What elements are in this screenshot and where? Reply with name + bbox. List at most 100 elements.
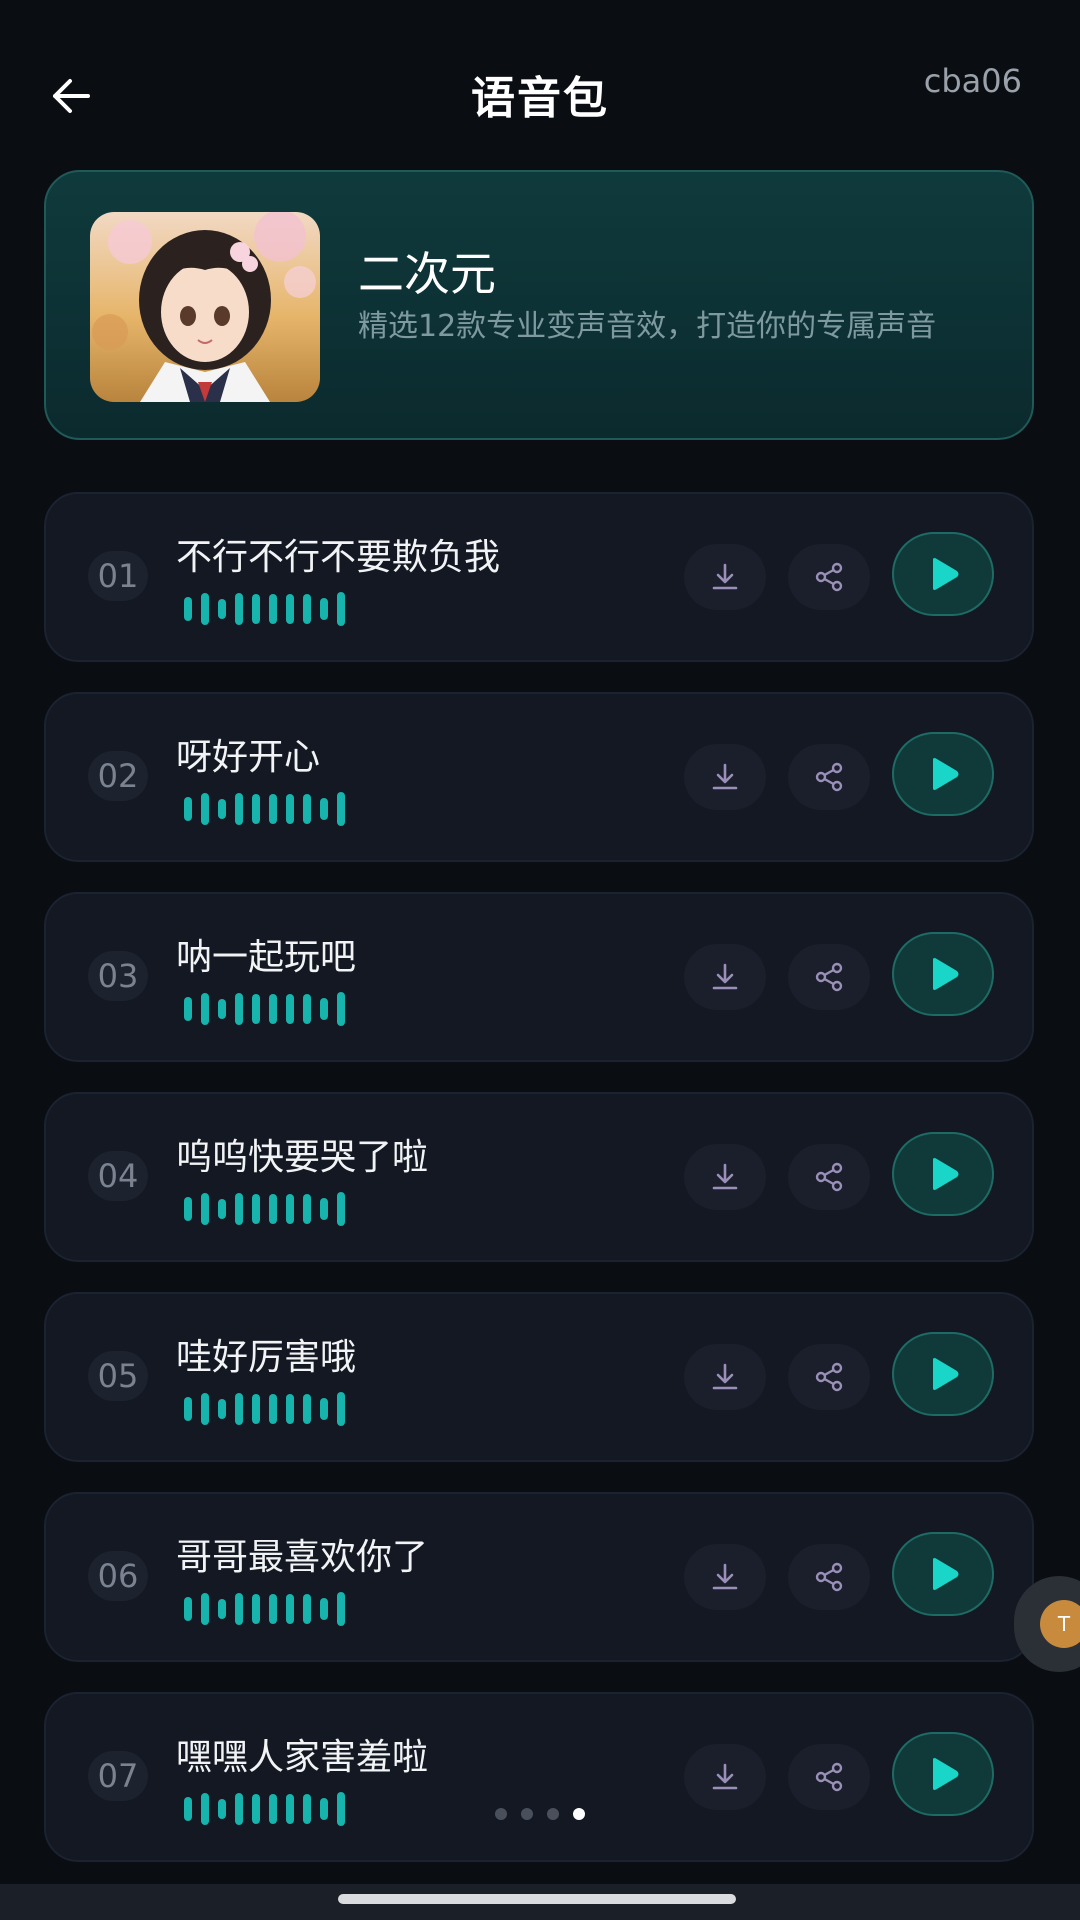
share-button[interactable] (788, 744, 870, 810)
play-icon (923, 554, 963, 594)
track-number: 01 (88, 551, 148, 601)
share-icon (813, 761, 845, 793)
track-item[interactable]: 06 哥哥最喜欢你了 (44, 1492, 1034, 1662)
download-button[interactable] (684, 1544, 766, 1610)
waveform-bar (184, 1397, 192, 1421)
waveform-bar (184, 597, 192, 621)
play-icon (923, 1754, 963, 1794)
waveform-bar (269, 994, 277, 1024)
pack-card: 二次元 精选12款专业变声音效，打造你的专属声音 (44, 170, 1034, 440)
track-item[interactable]: 01 不行不行不要欺负我 (44, 492, 1034, 662)
waveform-bar (269, 794, 277, 824)
waveform-bar (269, 1194, 277, 1224)
pagination-dot[interactable] (547, 1808, 559, 1820)
waveform-bar (337, 1392, 345, 1426)
play-button[interactable] (892, 1732, 994, 1816)
waveform-bar (337, 1592, 345, 1626)
track-item[interactable]: 03 呐一起玩吧 (44, 892, 1034, 1062)
pagination-dot[interactable] (573, 1808, 585, 1820)
download-button[interactable] (684, 1344, 766, 1410)
play-button[interactable] (892, 1532, 994, 1616)
waveform-bar (218, 1399, 226, 1419)
waveform-bar (252, 994, 260, 1024)
share-icon (813, 1161, 845, 1193)
play-icon (923, 754, 963, 794)
waveform-bar (303, 1394, 311, 1424)
page-title: 语音包 (471, 73, 609, 124)
track-title: 哇好厉害哦 (176, 1337, 357, 1378)
pagination-dots (0, 1808, 1080, 1820)
waveform-bar (303, 1594, 311, 1624)
download-button[interactable] (684, 1144, 766, 1210)
play-button[interactable] (892, 532, 994, 616)
play-button[interactable] (892, 1132, 994, 1216)
floating-widget-badge: T (1040, 1600, 1080, 1648)
waveform-bar (303, 594, 311, 624)
waveform-icon (184, 992, 345, 1026)
download-icon (710, 1162, 740, 1192)
play-button[interactable] (892, 1332, 994, 1416)
waveform-bar (201, 793, 209, 825)
waveform-bar (201, 593, 209, 625)
waveform-bar (201, 1393, 209, 1425)
waveform-bar (235, 1393, 243, 1425)
waveform-bar (235, 993, 243, 1025)
waveform-bar (303, 1194, 311, 1224)
pack-description: 精选12款专业变声音效，打造你的专属声音 (358, 309, 937, 344)
download-icon (710, 1362, 740, 1392)
waveform-bar (201, 1193, 209, 1225)
waveform-bar (252, 594, 260, 624)
pack-name: 二次元 (358, 247, 496, 301)
waveform-bar (184, 797, 192, 821)
share-button[interactable] (788, 1544, 870, 1610)
download-icon (710, 562, 740, 592)
download-icon (710, 762, 740, 792)
share-button[interactable] (788, 1744, 870, 1810)
waveform-bar (269, 1394, 277, 1424)
waveform-bar (303, 994, 311, 1024)
waveform-bar (218, 1599, 226, 1619)
waveform-bar (320, 598, 328, 620)
download-button[interactable] (684, 944, 766, 1010)
waveform-bar (286, 1594, 294, 1624)
pagination-dot[interactable] (495, 1808, 507, 1820)
download-button[interactable] (684, 544, 766, 610)
waveform-bar (286, 794, 294, 824)
track-number: 07 (88, 1751, 148, 1801)
play-icon (923, 1354, 963, 1394)
share-button[interactable] (788, 944, 870, 1010)
track-number: 02 (88, 751, 148, 801)
waveform-icon (184, 792, 345, 826)
track-item[interactable]: 02 呀好开心 (44, 692, 1034, 862)
download-button[interactable] (684, 1744, 766, 1810)
waveform-bar (252, 1594, 260, 1624)
share-button[interactable] (788, 544, 870, 610)
waveform-bar (286, 594, 294, 624)
track-number: 05 (88, 1351, 148, 1401)
track-list: 01 不行不行不要欺负我 02 呀好开心 03 呐一起玩吧 04 呜呜快要哭了啦 (44, 492, 1034, 1892)
home-indicator[interactable] (338, 1894, 736, 1904)
pagination-dot[interactable] (521, 1808, 533, 1820)
waveform-bar (201, 1593, 209, 1625)
waveform-bar (337, 992, 345, 1026)
track-item[interactable]: 07 嘿嘿人家害羞啦 (44, 1692, 1034, 1862)
track-number: 04 (88, 1151, 148, 1201)
play-button[interactable] (892, 932, 994, 1016)
waveform-bar (252, 1394, 260, 1424)
track-item[interactable]: 04 呜呜快要哭了啦 (44, 1092, 1034, 1262)
share-icon (813, 1561, 845, 1593)
waveform-bar (218, 799, 226, 819)
play-button[interactable] (892, 732, 994, 816)
track-item[interactable]: 05 哇好厉害哦 (44, 1292, 1034, 1462)
waveform-bar (235, 593, 243, 625)
track-title: 嘿嘿人家害羞啦 (176, 1737, 429, 1778)
waveform-bar (184, 997, 192, 1021)
download-button[interactable] (684, 744, 766, 810)
waveform-bar (269, 594, 277, 624)
share-button[interactable] (788, 1344, 870, 1410)
waveform-icon (184, 592, 345, 626)
waveform-bar (184, 1597, 192, 1621)
track-title: 不行不行不要欺负我 (176, 537, 501, 578)
play-icon (923, 1554, 963, 1594)
share-button[interactable] (788, 1144, 870, 1210)
